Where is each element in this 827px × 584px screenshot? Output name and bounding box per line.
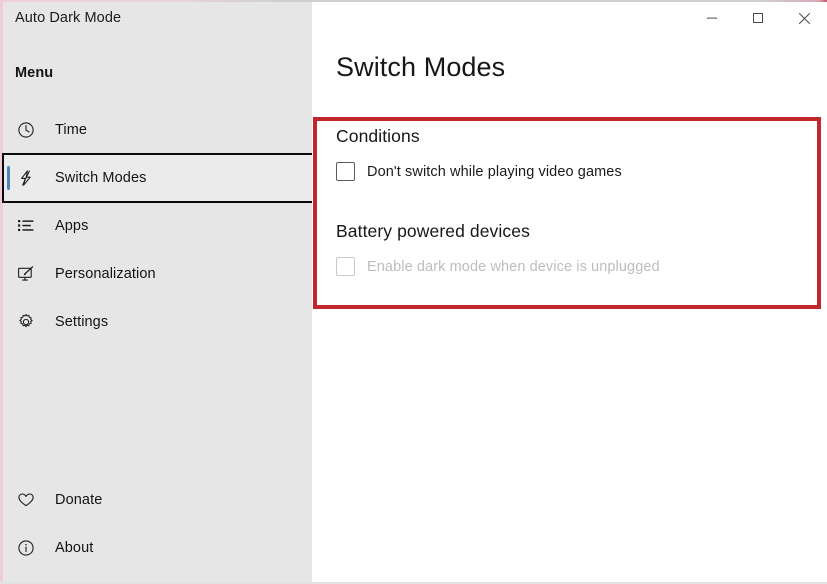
sidebar-item-label: Personalization — [55, 266, 156, 282]
gear-icon — [15, 311, 37, 333]
page-title: Switch Modes — [336, 52, 506, 82]
info-circle-icon — [15, 537, 37, 559]
minimize-icon — [706, 12, 718, 24]
checkbox-label: Enable dark mode when device is unplugge… — [367, 258, 660, 275]
close-icon — [798, 12, 811, 25]
heart-icon — [15, 489, 37, 511]
sidebar-item-donate[interactable]: Donate — [3, 476, 312, 524]
sidebar-item-label: Apps — [55, 218, 89, 234]
minimize-button[interactable] — [689, 2, 735, 34]
sidebar-item-time[interactable]: Time — [3, 106, 312, 154]
sidebar-menu-heading: Menu — [15, 65, 54, 81]
sidebar-item-label: Donate — [55, 492, 103, 508]
sidebar-item-personalization[interactable]: Personalization — [3, 250, 312, 298]
sidebar-item-apps[interactable]: Apps — [3, 202, 312, 250]
sidebar-item-label: Switch Modes — [55, 170, 147, 186]
selection-accent-bar — [7, 166, 10, 190]
sidebar-bottom-nav: Donate About — [3, 476, 312, 572]
sidebar-item-settings[interactable]: Settings — [3, 298, 312, 346]
checkbox-enable-dark-mode-when-unplugged: Enable dark mode when device is unplugge… — [336, 257, 806, 276]
sidebar-nav-list: Time Switch Modes Apps Personalization S… — [2, 106, 315, 346]
checkbox-box[interactable] — [336, 162, 355, 181]
section-heading-battery-powered-devices: Battery powered devices — [336, 221, 530, 241]
settings-area: Conditions Don't switch while playing vi… — [336, 126, 806, 276]
sidebar-item-switch-modes[interactable]: Switch Modes — [2, 153, 315, 203]
sidebar-item-label: About — [55, 540, 94, 556]
app-title: Auto Dark Mode — [15, 10, 122, 26]
maximize-icon — [752, 12, 764, 24]
sidebar-item-label: Settings — [55, 314, 109, 330]
sidebar-item-about[interactable]: About — [3, 524, 312, 572]
checkbox-box — [336, 257, 355, 276]
checkbox-label: Don't switch while playing video games — [367, 163, 622, 180]
application-window: Auto Dark Mode Menu Time Switch Modes Ap… — [0, 0, 827, 584]
lightning-bolt-icon — [15, 167, 37, 189]
monitor-brush-icon — [15, 263, 37, 285]
close-button[interactable] — [781, 2, 827, 34]
clock-icon — [15, 119, 37, 141]
window-controls — [689, 2, 827, 34]
checkbox-dont-switch-while-gaming[interactable]: Don't switch while playing video games — [336, 162, 806, 181]
section-heading-conditions: Conditions — [336, 126, 420, 146]
maximize-button[interactable] — [735, 2, 781, 34]
content-pane: Switch Modes Conditions Don't switch whi… — [312, 2, 827, 582]
list-icon — [15, 215, 37, 237]
sidebar: Auto Dark Mode Menu Time Switch Modes Ap… — [2, 2, 315, 582]
sidebar-item-label: Time — [55, 122, 88, 138]
